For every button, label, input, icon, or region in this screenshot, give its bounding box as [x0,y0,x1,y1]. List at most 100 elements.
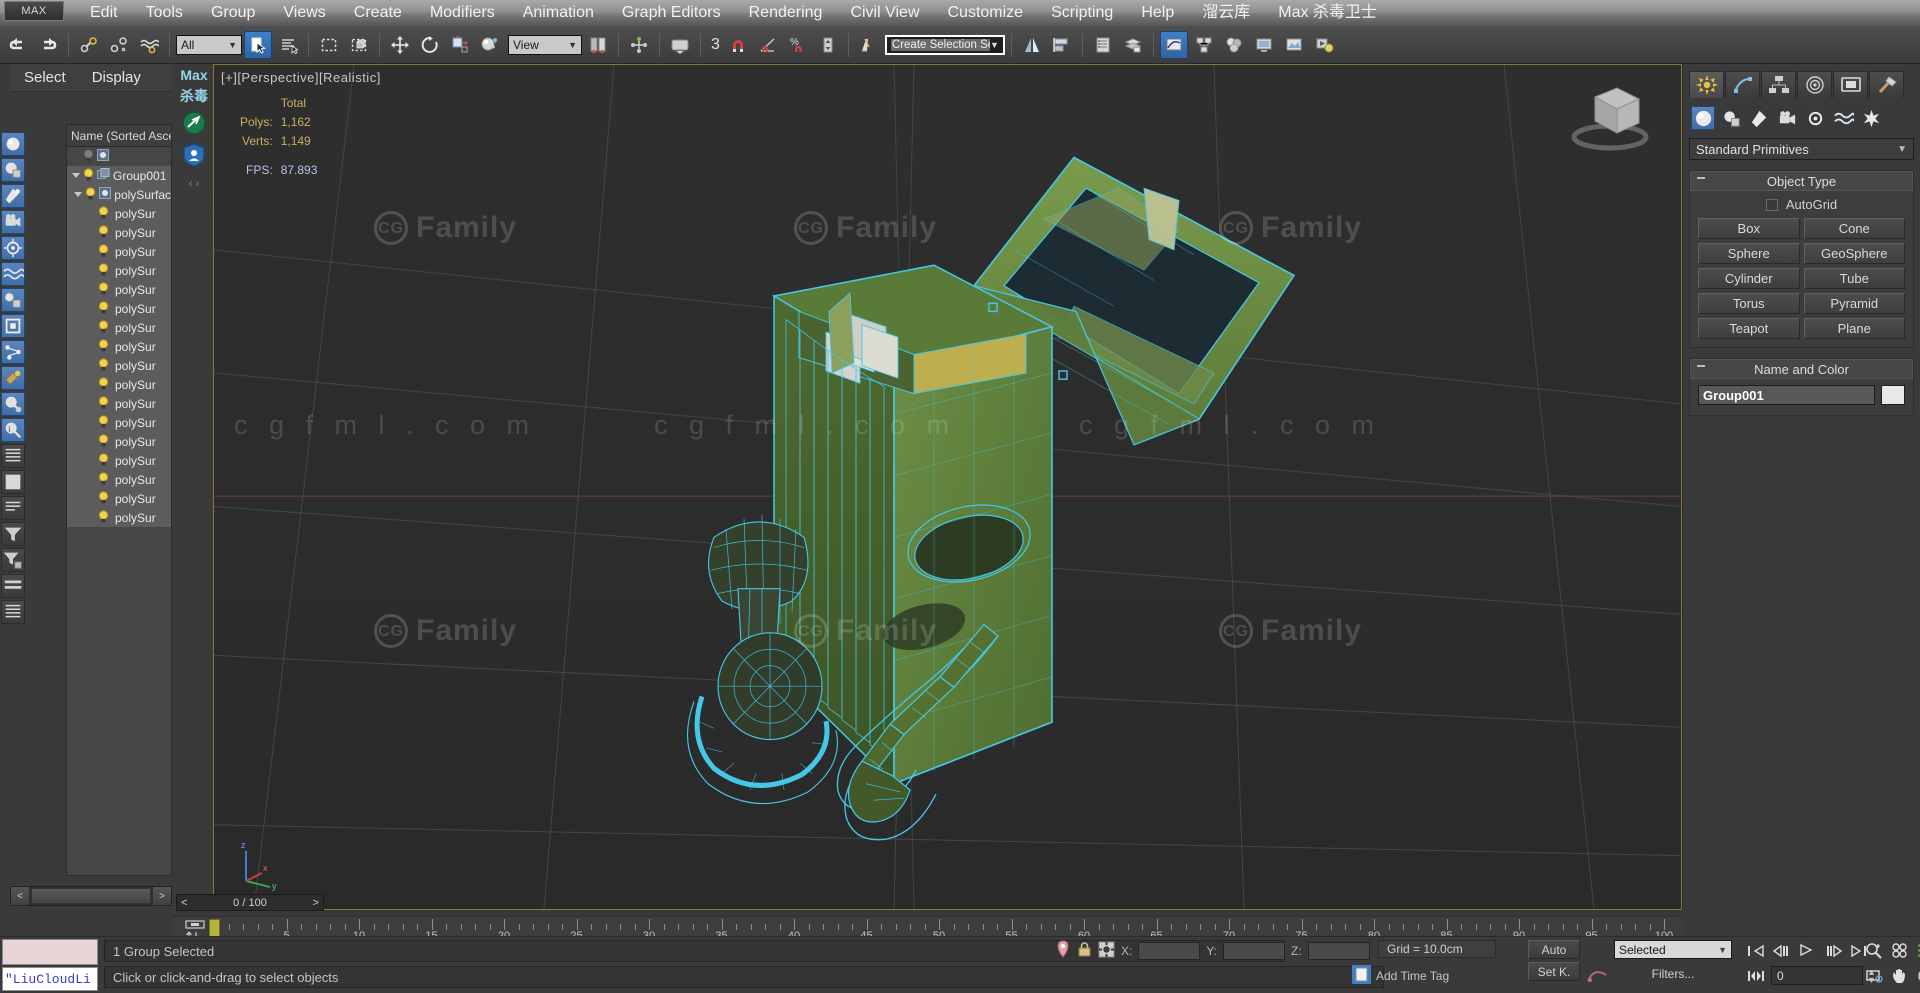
systems-icon[interactable] [1859,106,1883,130]
primitive-button-teapot[interactable]: Teapot [1698,318,1800,339]
primitive-button-plane[interactable]: Plane [1803,318,1905,339]
primitive-button-box[interactable]: Box [1698,218,1800,239]
selection-filter-dropdown[interactable]: All ▼ [176,34,242,55]
named-selection-set-dropdown[interactable]: Create Selection Se ▼ [884,34,1005,55]
list-rows-icon[interactable] [1,522,25,546]
scroll-left-arrow[interactable]: < [11,887,29,905]
menu-graph-editors[interactable]: Graph Editors [608,0,735,26]
hierarchy-tab[interactable] [1761,71,1796,98]
align-icon[interactable] [1048,31,1076,59]
menu-max[interactable]: Max 杀毒卫士 [1264,0,1391,26]
expand-arrow-icon[interactable] [72,173,80,178]
menu-civil-view[interactable]: Civil View [836,0,933,26]
scene-explorer-row[interactable]: polySur [67,508,171,527]
mirror-icon[interactable] [1018,31,1046,59]
viewport-canvas[interactable]: CG Family CG Family CG Family c g f m l . c o … [214,65,1681,909]
time-slider-prev-arrow[interactable]: < [181,897,187,909]
scene-explorer-row[interactable]: polySur [67,337,171,356]
geometry-icon[interactable] [1,132,25,156]
scene-explorer-row[interactable]: polySur [67,261,171,280]
select-and-manipulate-icon[interactable] [625,31,653,59]
use-pivot-point-center-icon[interactable] [584,31,612,59]
shapes-icon[interactable] [1,158,25,182]
primitive-button-sphere[interactable]: Sphere [1698,243,1800,264]
light-toggle-icon[interactable] [98,414,109,431]
render-production-icon[interactable] [1310,31,1338,59]
light-toggle-icon[interactable] [98,338,109,355]
set-key-button[interactable]: Set K. [1528,962,1580,981]
scene-explorer-row[interactable]: polySur [67,375,171,394]
maxscript-listener-input[interactable]: "LiuCloudLi [2,967,98,991]
light-toggle-icon[interactable] [98,224,109,241]
lock-selection-icon[interactable] [1077,941,1092,961]
percent-snap-toggle-icon[interactable]: % [784,31,812,59]
pan-icon[interactable] [1888,965,1911,986]
keyboard-shortcut-override-icon[interactable] [666,31,694,59]
space-warps-icon[interactable] [1,262,25,286]
light-toggle-icon[interactable] [98,300,109,317]
scene-explorer-row[interactable]: Group001 [67,166,171,185]
scene-explorer-list[interactable]: Name (Sorted Ascer Group001 polySurfac pol… [66,124,172,876]
rendered-frame-window-icon[interactable] [1280,31,1308,59]
window-crossing-toggle-icon[interactable] [345,31,373,59]
scene-explorer-row[interactable]: polySur [67,356,171,375]
object-type-rollout-header[interactable]: Object Type [1690,171,1913,191]
layer-manager-icon[interactable] [1089,31,1117,59]
menu-help[interactable]: Help [1127,0,1188,26]
key-filters-button[interactable]: Filters... [1614,964,1732,983]
light-toggle-icon[interactable] [98,205,109,222]
light-toggle-icon[interactable] [98,281,109,298]
filter-funnel-icon[interactable] [1,548,25,572]
autogrid-row[interactable]: AutoGrid [1698,197,1905,212]
scene-explorer-row[interactable]: polySur [67,318,171,337]
menu-scripting[interactable]: Scripting [1037,0,1127,26]
schematic-view-icon[interactable] [1190,31,1218,59]
scene-converter-icon[interactable] [1119,31,1147,59]
select-and-rotate-icon[interactable] [416,31,444,59]
key-mode-toggle-icon[interactable] [1744,965,1767,986]
menu-edit[interactable]: Edit [76,0,132,26]
filter-config-icon[interactable] [1,574,25,598]
menu-[interactable]: 溜云库 [1188,0,1264,26]
light-toggle-icon[interactable] [98,376,109,393]
menu-group[interactable]: Group [197,0,269,26]
select-object-icon[interactable] [244,30,272,59]
next-frame-icon[interactable] [1822,940,1845,961]
scrollbar-thumb[interactable] [31,888,151,904]
primitive-button-pyramid[interactable]: Pyramid [1803,293,1905,314]
perspective-viewport[interactable]: CG Family CG Family CG Family c g f m l . c o … [213,64,1682,910]
select-and-move-icon[interactable] [386,31,414,59]
light-toggle-icon[interactable] [98,490,109,507]
menu-modifiers[interactable]: Modifiers [416,0,509,26]
z-coord-field[interactable] [1307,941,1370,960]
material-editor-icon[interactable] [1220,31,1248,59]
coordinate-system-dropdown[interactable]: View ▼ [508,34,582,55]
light-toggle-icon[interactable] [98,357,109,374]
scene-explorer-row[interactable]: polySur [67,489,171,508]
autogrid-checkbox[interactable] [1765,198,1778,211]
menu-tools[interactable]: Tools [132,0,197,26]
scene-explorer-row[interactable]: polySur [67,242,171,261]
reference-coordinate-system-icon[interactable] [476,31,504,59]
undo-icon[interactable] [4,31,32,59]
explorer-menu-select[interactable]: Select [24,69,66,86]
primitive-button-geosphere[interactable]: GeoSphere [1803,243,1905,264]
collapse-arrows-icon[interactable]: ‹ › [189,178,199,190]
select-similar-icon[interactable]: i [1,418,25,442]
y-coord-field[interactable] [1223,941,1286,960]
light-toggle-icon[interactable] [98,395,109,412]
maxscript-listener-output[interactable] [2,939,98,965]
select-by-name-icon[interactable] [274,31,302,59]
scene-explorer-column-header[interactable]: Name (Sorted Ascer [67,125,171,147]
select-and-link-icon[interactable] [75,31,103,59]
geometry-icon[interactable] [1691,106,1715,130]
add-time-tag-row[interactable]: Add Time Tag [1352,965,1449,987]
scene-explorer-row[interactable]: polySur [67,451,171,470]
scene-explorer-row[interactable]: polySur [67,432,171,451]
x-coord-field[interactable] [1138,941,1201,960]
spinner-snap-toggle-icon[interactable] [814,31,842,59]
primitive-button-cylinder[interactable]: Cylinder [1698,268,1800,289]
menu-rendering[interactable]: Rendering [735,0,837,26]
zoom-extents-icon[interactable] [1914,940,1920,961]
space-warps-icon[interactable] [1831,106,1855,130]
